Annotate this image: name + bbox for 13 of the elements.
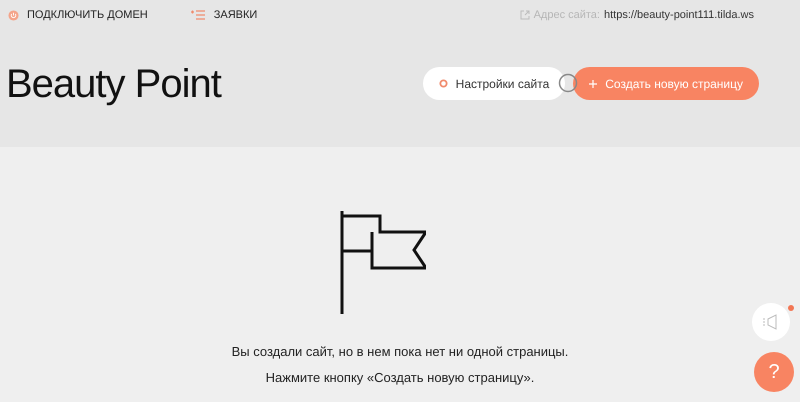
site-url-link[interactable]: https://beauty-point111.tilda.ws [604,6,754,24]
flag-icon [340,211,426,314]
empty-state-text: Нажмите кнопку «Создать новую страницу». [266,368,534,387]
power-icon [8,10,19,20]
list-icon [190,10,206,20]
site-title: Beauty Point [6,60,221,108]
nav-link[interactable]: ПОДКЛЮЧИТЬ ДОМЕН [8,6,148,24]
nav-link[interactable]: ЗАЯВКИ [190,6,258,24]
external-link-icon [520,10,530,20]
notifications-button[interactable] [752,303,790,341]
empty-state-text: Вы создали сайт, но в нем пока нет ни одной страницы. [232,343,568,361]
site-settings-button[interactable]: Настройки сайта [422,67,566,100]
plus-icon [589,80,598,88]
